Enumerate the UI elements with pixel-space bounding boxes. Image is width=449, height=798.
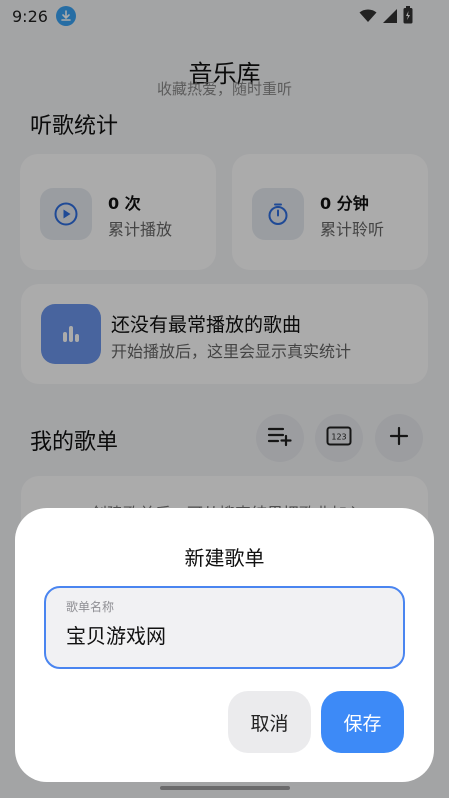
playlist-name-input[interactable]: 宝贝游戏网 bbox=[66, 620, 166, 649]
playlist-name-label: 歌单名称 bbox=[66, 600, 115, 614]
gesture-nav-handle[interactable] bbox=[160, 786, 290, 790]
new-playlist-dialog: 新建歌单 歌单名称 宝贝游戏网 取消 保存 bbox=[15, 508, 434, 782]
cancel-button[interactable]: 取消 bbox=[228, 691, 311, 753]
playlist-name-field[interactable]: 歌单名称 宝贝游戏网 bbox=[44, 586, 405, 669]
dialog-title: 新建歌单 bbox=[184, 546, 265, 570]
save-button[interactable]: 保存 bbox=[321, 691, 404, 753]
